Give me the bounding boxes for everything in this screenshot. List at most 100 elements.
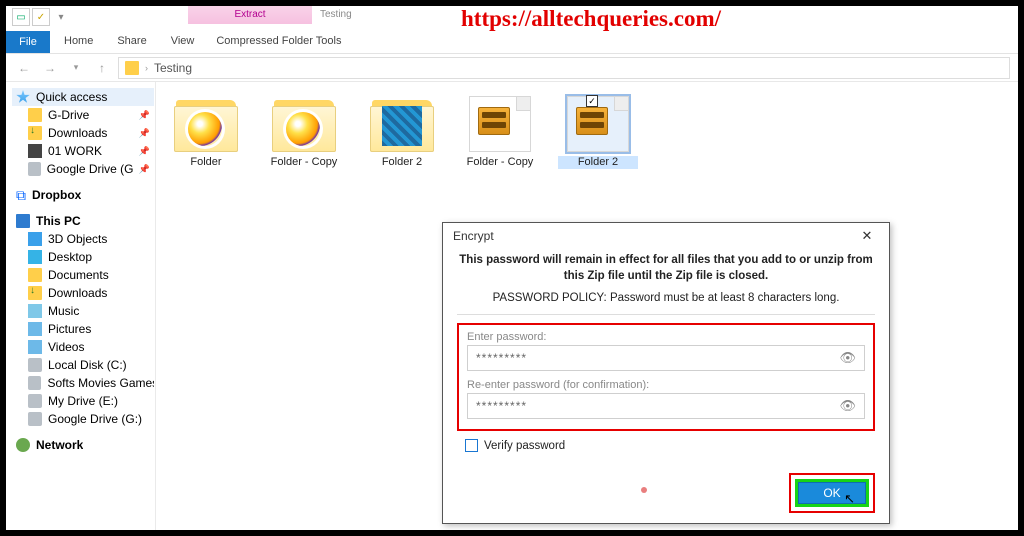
sidebar-item-3d[interactable]: 3D Objects	[12, 230, 154, 248]
sidebar-label: Pictures	[48, 322, 91, 336]
sidebar-item-mydrive[interactable]: My Drive (E:)	[12, 392, 154, 410]
sidebar-item-downloads[interactable]: Downloads📌	[12, 124, 154, 142]
drive-icon	[28, 376, 41, 390]
sidebar-item-gdrive[interactable]: G-Drive 📌	[12, 106, 154, 124]
highlighted-password-area: Enter password: 👁 Re-enter password (for…	[457, 323, 875, 431]
drive-icon	[28, 394, 42, 408]
sidebar-item-documents[interactable]: Documents	[12, 266, 154, 284]
sidebar-item-work[interactable]: 01 WORK📌	[12, 142, 154, 160]
encrypt-dialog: Encrypt ✕ This password will remain in e…	[442, 222, 890, 524]
music-icon	[28, 304, 42, 318]
eye-icon[interactable]: 👁	[839, 398, 856, 414]
folder-icon	[125, 61, 139, 75]
breadcrumb-segment[interactable]: Testing	[154, 61, 192, 75]
verify-password-label: Verify password	[484, 440, 565, 452]
sidebar-label: This PC	[36, 214, 81, 228]
sidebar-item-videos[interactable]: Videos	[12, 338, 154, 356]
enter-password-label: Enter password:	[467, 331, 865, 343]
work-icon	[28, 144, 42, 158]
sidebar-label: Videos	[48, 340, 84, 354]
sidebar-item-googledrive[interactable]: Google Drive (G:) 📌	[12, 160, 154, 178]
nav-forward-icon[interactable]: →	[40, 58, 60, 78]
sidebar-item-gdriveg[interactable]: Google Drive (G:)	[12, 410, 154, 428]
file-tile-selected[interactable]: ✓ Folder 2	[558, 96, 638, 169]
dialog-message: This password will remain in effect for …	[457, 253, 875, 284]
pin-icon: 📌	[139, 146, 150, 157]
folder-icon	[28, 268, 42, 282]
folder-icon	[28, 108, 42, 122]
sidebar-label: G-Drive	[48, 108, 89, 122]
ok-button[interactable]: OK ↖	[798, 482, 866, 504]
desktop-icon	[28, 250, 42, 264]
tab-home[interactable]: Home	[52, 31, 105, 53]
tab-compressed-tools[interactable]: Compressed Folder Tools	[206, 31, 351, 53]
pictures-icon	[28, 322, 42, 336]
sidebar-label: 3D Objects	[48, 232, 107, 246]
qat-properties-icon[interactable]: ▭	[12, 8, 30, 26]
ok-button-label: OK	[823, 486, 840, 500]
nav-back-icon[interactable]: ←	[14, 58, 34, 78]
nav-recent-icon[interactable]: ▾	[66, 58, 86, 78]
sidebar-label: Documents	[48, 268, 109, 282]
sidebar-label: Music	[48, 304, 79, 318]
selection-check-icon[interactable]: ✓	[586, 95, 598, 107]
pin-icon: 📌	[139, 164, 150, 175]
nav-up-icon[interactable]: ↑	[92, 58, 112, 78]
sidebar-label: Google Drive (G:)	[47, 162, 133, 176]
qat-dropdown-icon[interactable]: ▾	[52, 8, 70, 26]
password-field-row: 👁	[467, 345, 865, 371]
ok-highlight-inner: OK ↖	[795, 479, 869, 507]
tile-label: Folder - Copy	[460, 156, 540, 169]
breadcrumb[interactable]: › Testing	[118, 57, 1010, 79]
tab-view[interactable]: View	[159, 31, 207, 53]
sidebar-item-localc[interactable]: Local Disk (C:)	[12, 356, 154, 374]
file-tile[interactable]: Folder - Copy	[264, 96, 344, 169]
sidebar-quick-access[interactable]: Quick access	[12, 88, 154, 106]
sidebar-item-pictures[interactable]: Pictures	[12, 320, 154, 338]
file-tile[interactable]: Folder - Copy	[460, 96, 540, 169]
contextual-tab-extract[interactable]: Extract	[188, 6, 312, 24]
zip-file-icon	[469, 96, 531, 152]
sidebar-network[interactable]: Network	[12, 436, 154, 454]
reenter-password-label: Re-enter password (for confirmation):	[467, 379, 865, 391]
items-grid: Folder Folder - Copy Folder 2 Folder - C…	[166, 96, 1008, 169]
sidebar-this-pc[interactable]: This PC	[12, 212, 154, 230]
sidebar-label: Quick access	[36, 90, 107, 104]
password-input[interactable]	[476, 351, 839, 365]
confirm-password-field-row: 👁	[467, 393, 865, 419]
qat-newfolder-icon[interactable]: ✓	[32, 8, 50, 26]
close-icon[interactable]: ✕	[851, 226, 883, 246]
sidebar-label: Desktop	[48, 250, 92, 264]
tab-share[interactable]: Share	[105, 31, 158, 53]
cube-icon	[28, 232, 42, 246]
downloads-icon	[28, 286, 42, 300]
eye-icon[interactable]: 👁	[839, 350, 856, 366]
dialog-title: Encrypt	[453, 229, 494, 243]
downloads-icon	[28, 126, 42, 140]
confirm-password-input[interactable]	[476, 399, 839, 413]
watermark-url: https://alltechqueries.com/	[461, 6, 721, 32]
sidebar-dropbox[interactable]: ⧉Dropbox	[12, 186, 154, 204]
quick-access-toolbar: ▭ ✓ ▾	[12, 8, 70, 26]
sidebar-label: Downloads	[48, 126, 107, 140]
sidebar-item-downloads2[interactable]: Downloads	[12, 284, 154, 302]
sidebar-item-softs[interactable]: Softs Movies Games	[12, 374, 154, 392]
dropbox-icon: ⧉	[16, 187, 26, 204]
password-policy-text: PASSWORD POLICY: Password must be at lea…	[457, 292, 875, 304]
contextual-group-label: Testing	[320, 6, 380, 24]
pc-icon	[16, 214, 30, 228]
network-icon	[16, 438, 30, 452]
verify-password-checkbox[interactable]	[465, 439, 478, 452]
file-tile[interactable]: Folder	[166, 96, 246, 169]
pin-icon: 📌	[139, 110, 150, 121]
sidebar-label: Downloads	[48, 286, 107, 300]
sidebar-item-music[interactable]: Music	[12, 302, 154, 320]
tile-label: Folder 2	[362, 156, 442, 169]
star-icon	[16, 90, 30, 104]
sidebar-item-desktop[interactable]: Desktop	[12, 248, 154, 266]
sidebar-label: Google Drive (G:)	[48, 412, 142, 426]
file-tile[interactable]: Folder 2	[362, 96, 442, 169]
drive-icon	[28, 358, 42, 372]
tab-file[interactable]: File	[6, 31, 50, 53]
tile-label: Folder 2	[558, 156, 638, 169]
